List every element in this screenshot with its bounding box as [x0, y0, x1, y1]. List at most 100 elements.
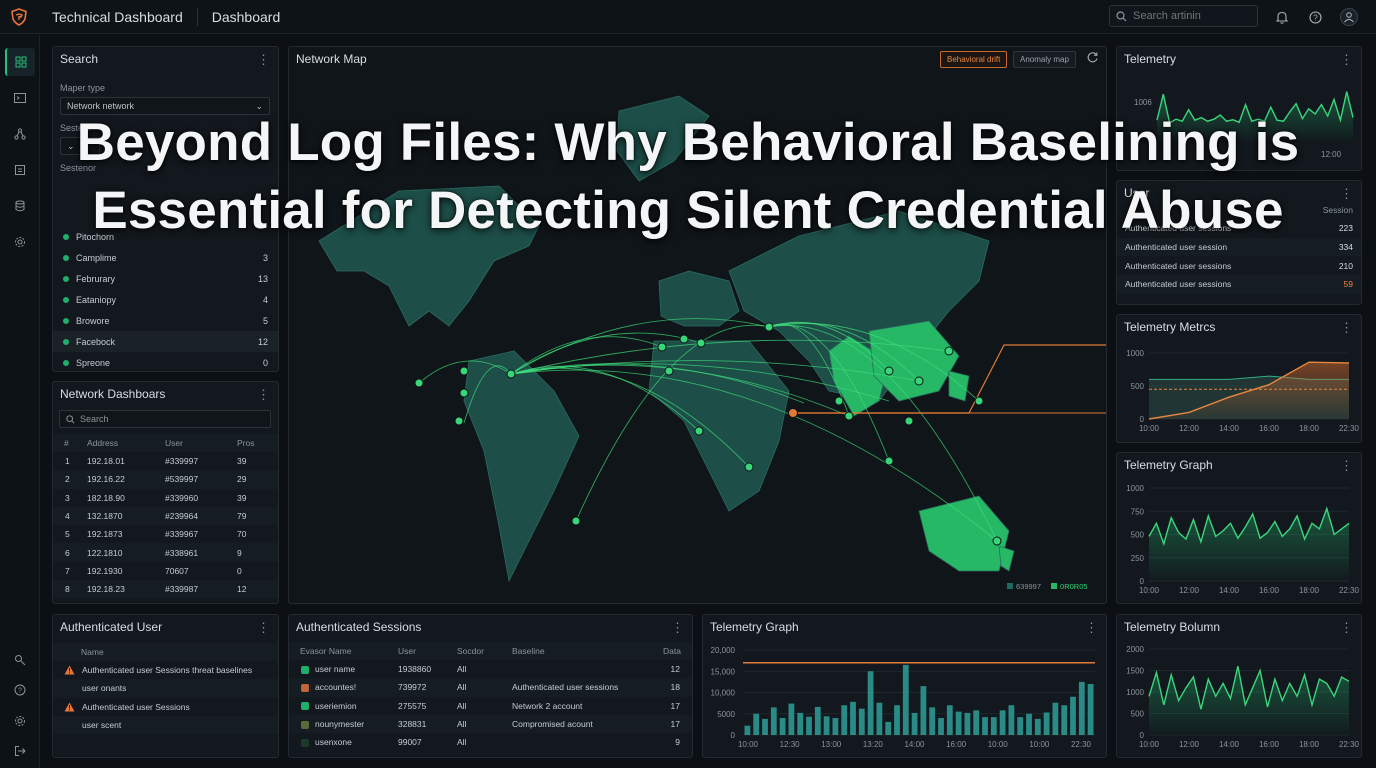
list-item[interactable]: user onants: [53, 679, 278, 698]
table-row[interactable]: nounymester 328831 All Compromised acoun…: [289, 714, 692, 734]
table-row[interactable]: useriemion 275575 All Network 2 account …: [289, 697, 692, 715]
list-item[interactable]: Authenticated user Sessions: [53, 698, 278, 716]
more-options-icon[interactable]: ⋮: [257, 388, 270, 401]
more-options-icon[interactable]: ⋮: [1340, 53, 1353, 66]
telemetry-graph-title: Telemetry Graph: [1124, 458, 1213, 472]
map-node: [834, 396, 844, 406]
column-header: Data: [651, 642, 692, 660]
more-options-icon[interactable]: ⋮: [671, 621, 684, 634]
telemetry-line-chart[interactable]: 1000 750 500 250 010:00 12:00 14:00 16:00 18:00 2…: [1117, 477, 1361, 604]
network-dashboards-panel: Network Dashboars ⋮ Search # Address Use…: [52, 381, 279, 604]
map-node: [764, 322, 774, 332]
table-cell: 17: [651, 714, 692, 734]
nav-terminal[interactable]: [5, 84, 35, 112]
y-tick-label: 500: [1131, 710, 1145, 719]
more-options-icon[interactable]: ⋮: [257, 53, 270, 66]
bar: [788, 703, 795, 735]
session-name: useriemion: [315, 700, 357, 711]
list-item[interactable]: Spreone 0: [53, 352, 278, 371]
map-node: [844, 411, 854, 421]
list-item[interactable]: Authenticated user sessions 210: [1117, 256, 1361, 275]
list-item[interactable]: Authenticated user sessions 59: [1117, 275, 1361, 294]
list-item[interactable]: Facebock 12: [53, 331, 278, 352]
refresh-icon: [1087, 52, 1098, 63]
table-row[interactable]: 8 192.18.23 #339987 12: [53, 580, 278, 599]
network-map-title: Network Map: [296, 52, 367, 66]
list-item[interactable]: Authenticated user Sessions threat basel…: [53, 661, 278, 679]
y-tick-label: 1000: [1126, 349, 1144, 358]
behavioral-drift-button[interactable]: Behavioral drift: [940, 51, 1008, 68]
item-count: 4: [262, 294, 268, 305]
list-item[interactable]: Camplime 3: [53, 247, 278, 268]
sessions-table: Evasor Name User Socdor Baseline Data us…: [289, 642, 692, 751]
x-tick-label: 22:30: [1339, 740, 1360, 749]
x-tick-label: 10:00: [1139, 740, 1160, 749]
more-options-icon[interactable]: ⋮: [1085, 621, 1098, 634]
legend-item: 639997: [1007, 582, 1041, 591]
x-tick-label: 16:00: [1259, 424, 1280, 433]
column-header: Evasor Name: [289, 642, 392, 660]
nav-search-users[interactable]: [5, 646, 35, 674]
bar: [990, 717, 997, 735]
table-row[interactable]: 4 132.1870 #239964 79: [53, 506, 278, 526]
table-row[interactable]: 3 182.18.90 #339960 39: [53, 489, 278, 507]
list-item[interactable]: user scent: [53, 715, 278, 735]
notifications-button[interactable]: [1273, 8, 1291, 26]
x-tick-label: 12:30: [780, 740, 801, 749]
alert-node: [788, 408, 798, 418]
settings-icon: [15, 716, 25, 726]
more-options-icon[interactable]: ⋮: [1340, 621, 1353, 634]
table-cell: 192.1930: [87, 565, 123, 576]
bar: [779, 718, 786, 735]
table-row[interactable]: 5 192.1873 #339967 70: [53, 525, 278, 543]
nav-settings[interactable]: [5, 707, 35, 735]
anomaly-map-button[interactable]: Anomaly map: [1013, 51, 1076, 68]
table-row[interactable]: 6 122.1810 #338961 9: [53, 543, 278, 562]
bar: [973, 710, 980, 735]
refresh-button[interactable]: [1086, 51, 1099, 67]
table-cell: 39: [237, 456, 247, 467]
map-node: [664, 366, 674, 376]
table-cell: All: [457, 664, 467, 675]
more-options-icon[interactable]: ⋮: [1340, 459, 1353, 472]
nav-dashboard[interactable]: [5, 48, 35, 76]
global-search[interactable]: [1109, 5, 1258, 27]
telemetry-metrics-panel: Telemetry Metrcs ⋮ 1000 500 0 10:00 12:00 14:…: [1116, 314, 1362, 443]
nav-help[interactable]: ?: [5, 676, 35, 704]
table-row[interactable]: user name 1938860 All 12: [289, 660, 692, 678]
telemetry-line-chart[interactable]: 2000 1500 1000 500 010:00 12:00 14:00 16:00 18:0…: [1117, 639, 1361, 758]
table-cell: #339997: [165, 456, 199, 467]
app-logo[interactable]: [0, 0, 38, 34]
table-row[interactable]: 2 192.16.22 #539997 29: [53, 470, 278, 489]
search-input[interactable]: [1133, 10, 1243, 22]
table-row[interactable]: accountes! 739972 All Authenticated user…: [289, 678, 692, 697]
breadcrumb[interactable]: Dashboard: [212, 9, 281, 25]
list-item[interactable]: Eataniopy 4: [53, 289, 278, 310]
help-button[interactable]: ?: [1306, 8, 1324, 26]
table-cell: #339967: [165, 529, 199, 540]
table-row[interactable]: 7 192.1930 70607 0: [53, 562, 278, 580]
telemetry-bar-chart[interactable]: 20,00015,00010,0005000010:00 12:30 13:00 13…: [703, 639, 1106, 758]
telemetry-bar-header: Telemetry Graph ⋮: [703, 615, 1106, 639]
nav-logout[interactable]: [5, 737, 35, 765]
table-cell: Network 2 account: [512, 700, 583, 711]
y-tick-label: 0: [1140, 415, 1145, 424]
user-entry: user scent: [82, 720, 122, 731]
list-item[interactable]: Februrary 13: [53, 268, 278, 289]
shield-logo-icon: [11, 7, 27, 26]
session-count: 210: [1338, 260, 1353, 271]
more-options-icon[interactable]: ⋮: [1340, 321, 1353, 334]
table-cell: 9: [675, 737, 680, 748]
y-tick-label: 0: [1140, 731, 1145, 740]
x-tick-label: 22:30: [1339, 586, 1360, 595]
dashboard-search[interactable]: Search: [59, 410, 271, 428]
more-options-icon[interactable]: ⋮: [257, 621, 270, 634]
user-avatar[interactable]: [1340, 8, 1358, 26]
table-row[interactable]: 1 192.18.01 #339997 39: [53, 452, 278, 470]
south-america: [463, 350, 580, 583]
map-node: [679, 334, 689, 344]
table-row[interactable]: usenxone 99007 All 9: [289, 733, 692, 751]
telemetry-area-chart[interactable]: 1000 500 010:00 12:00 14:00 16:00 18:00 22:30: [1117, 339, 1361, 443]
x-tick-label: 14:00: [1219, 424, 1240, 433]
list-item[interactable]: Browore 5: [53, 310, 278, 331]
